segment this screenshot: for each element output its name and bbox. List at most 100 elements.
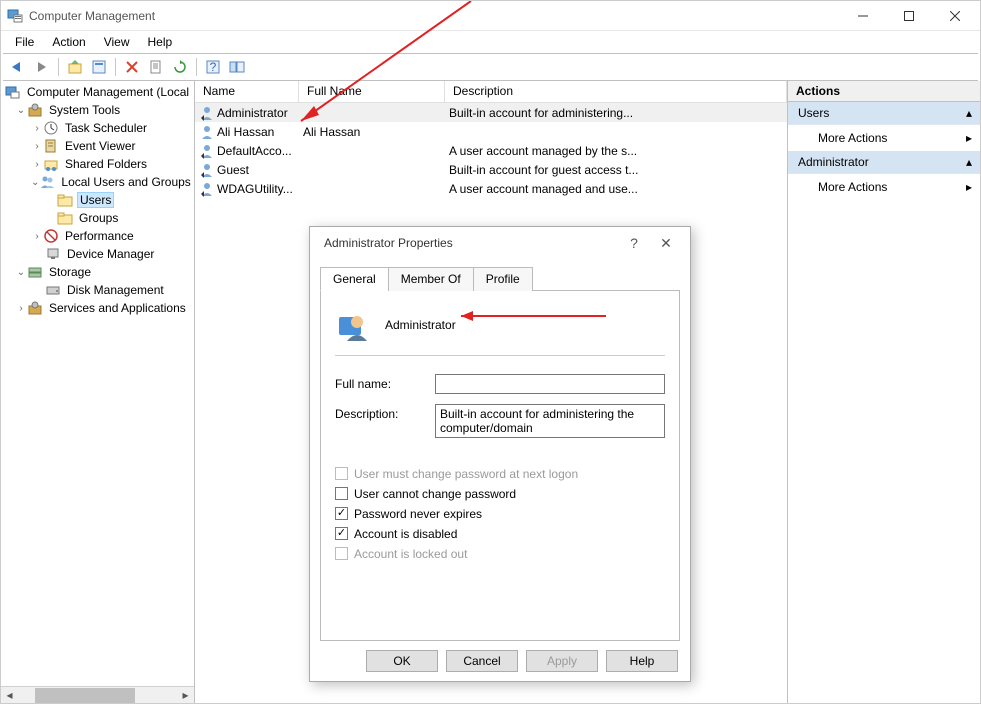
actions-header: Actions — [788, 81, 980, 102]
menu-file[interactable]: File — [7, 33, 42, 51]
tab-content-general: Administrator Full name: Description: Bu… — [320, 291, 680, 641]
list-row[interactable]: Ali Hassan Ali Hassan — [195, 122, 787, 141]
menu-help[interactable]: Help — [140, 33, 181, 51]
refresh-button[interactable] — [169, 56, 191, 78]
actions-more-users[interactable]: More Actions ▸ — [788, 125, 980, 151]
expand-icon[interactable]: › — [31, 141, 43, 152]
expand-icon[interactable]: › — [31, 231, 43, 242]
tree-device-manager[interactable]: Device Manager — [1, 245, 194, 263]
divider — [335, 355, 665, 356]
checkbox-icon[interactable] — [335, 487, 348, 500]
tree-panel: Computer Management (Local ⌄System Tools… — [1, 81, 195, 703]
scroll-left-arrow[interactable]: ◂ — [1, 687, 18, 704]
fullname-label: Full name: — [335, 374, 435, 391]
actions-section-administrator[interactable]: Administrator ▴ — [788, 151, 980, 174]
dialog-title: Administrator Properties — [324, 236, 618, 250]
chevron-right-icon: ▸ — [966, 131, 972, 145]
menu-view[interactable]: View — [96, 33, 138, 51]
check-account-locked-out: Account is locked out — [335, 547, 665, 561]
expand-icon[interactable]: › — [31, 123, 43, 134]
svg-text:?: ? — [210, 60, 217, 74]
maximize-button[interactable] — [886, 1, 932, 31]
tree-horizontal-scrollbar[interactable]: ◂ ▸ — [1, 686, 194, 703]
scroll-right-arrow[interactable]: ▸ — [177, 687, 194, 704]
user-disabled-icon — [199, 181, 215, 197]
actions-panel: Actions Users ▴ More Actions ▸ Administr… — [788, 81, 980, 703]
check-must-change-password: User must change password at next logon — [335, 467, 665, 481]
user-large-icon — [335, 307, 371, 343]
tree-event-viewer[interactable]: ›Event Viewer — [1, 137, 194, 155]
close-button[interactable] — [932, 1, 978, 31]
export-button[interactable] — [145, 56, 167, 78]
tab-profile[interactable]: Profile — [473, 267, 533, 291]
navigation-tree[interactable]: Computer Management (Local ⌄System Tools… — [1, 81, 194, 686]
tree-root[interactable]: Computer Management (Local — [1, 83, 194, 101]
minimize-button[interactable] — [840, 1, 886, 31]
description-input[interactable]: Built-in account for administering the c… — [435, 404, 665, 438]
collapse-icon[interactable]: ⌄ — [15, 267, 27, 278]
menu-bar: File Action View Help — [1, 31, 980, 53]
tree-task-scheduler[interactable]: ›Task Scheduler — [1, 119, 194, 137]
tree-storage[interactable]: ⌄Storage — [1, 263, 194, 281]
tree-services-applications[interactable]: ›Services and Applications — [1, 299, 194, 317]
scroll-thumb[interactable] — [35, 688, 135, 703]
list-row[interactable]: WDAGUtility... A user account managed an… — [195, 179, 787, 198]
dialog-button-bar: OK Cancel Apply Help — [310, 641, 690, 681]
user-disabled-icon — [199, 143, 215, 159]
cancel-button[interactable]: Cancel — [446, 650, 518, 672]
dialog-titlebar: Administrator Properties ? ✕ — [310, 227, 690, 260]
window-titlebar: Computer Management — [1, 1, 980, 31]
dialog-username: Administrator — [385, 318, 456, 332]
forward-button[interactable] — [31, 56, 53, 78]
menu-action[interactable]: Action — [44, 33, 93, 51]
expand-icon[interactable]: › — [31, 159, 43, 170]
actions-more-administrator[interactable]: More Actions ▸ — [788, 174, 980, 200]
tree-performance[interactable]: ›Performance — [1, 227, 194, 245]
properties-button[interactable] — [88, 56, 110, 78]
up-button[interactable] — [64, 56, 86, 78]
expand-icon[interactable]: › — [15, 303, 27, 314]
checkbox-checked-icon[interactable]: ✓ — [335, 527, 348, 540]
ok-button[interactable]: OK — [366, 650, 438, 672]
fullname-input[interactable] — [435, 374, 665, 394]
back-button[interactable] — [7, 56, 29, 78]
actions-section-users[interactable]: Users ▴ — [788, 102, 980, 125]
list-row[interactable]: Administrator Built-in account for admin… — [195, 103, 787, 122]
list-row[interactable]: DefaultAcco... A user account managed by… — [195, 141, 787, 160]
list-row[interactable]: Guest Built-in account for guest access … — [195, 160, 787, 179]
help-button[interactable]: Help — [606, 650, 678, 672]
tree-groups[interactable]: Groups — [1, 209, 194, 227]
collapse-icon: ▴ — [966, 155, 972, 169]
tab-general[interactable]: General — [320, 267, 389, 291]
dialog-help-button[interactable]: ? — [618, 231, 650, 255]
check-password-never-expires[interactable]: ✓ Password never expires — [335, 507, 665, 521]
dialog-close-button[interactable]: ✕ — [650, 231, 682, 255]
collapse-icon[interactable]: ⌄ — [15, 105, 27, 116]
list-header: Name Full Name Description — [195, 81, 787, 103]
apply-button[interactable]: Apply — [526, 650, 598, 672]
help-button[interactable]: ? — [202, 56, 224, 78]
description-label: Description: — [335, 404, 435, 421]
toolbar: ? — [3, 53, 978, 81]
tree-shared-folders[interactable]: ›Shared Folders — [1, 155, 194, 173]
check-account-disabled[interactable]: ✓ Account is disabled — [335, 527, 665, 541]
user-icon — [199, 124, 215, 140]
tab-member-of[interactable]: Member Of — [388, 267, 474, 291]
tree-system-tools[interactable]: ⌄System Tools — [1, 101, 194, 119]
dialog-tabs: General Member Of Profile — [320, 266, 680, 291]
delete-button[interactable] — [121, 56, 143, 78]
tree-disk-management[interactable]: Disk Management — [1, 281, 194, 299]
user-disabled-icon — [199, 105, 215, 121]
chevron-right-icon: ▸ — [966, 180, 972, 194]
properties-dialog: Administrator Properties ? ✕ General Mem… — [309, 226, 691, 682]
collapse-icon[interactable]: ⌄ — [31, 177, 39, 188]
column-description[interactable]: Description — [445, 81, 787, 102]
show-hide-button[interactable] — [226, 56, 248, 78]
column-fullname[interactable]: Full Name — [299, 81, 445, 102]
column-name[interactable]: Name — [195, 81, 299, 102]
checkbox-checked-icon[interactable]: ✓ — [335, 507, 348, 520]
tree-local-users-groups[interactable]: ⌄Local Users and Groups — [1, 173, 194, 191]
check-cannot-change-password[interactable]: User cannot change password — [335, 487, 665, 501]
tree-users[interactable]: Users — [1, 191, 194, 209]
collapse-icon: ▴ — [966, 106, 972, 120]
